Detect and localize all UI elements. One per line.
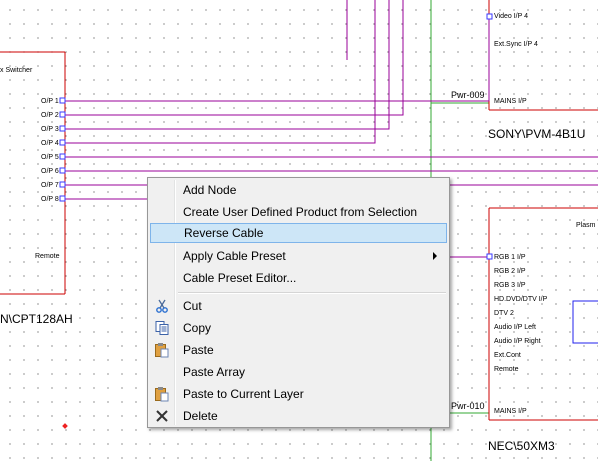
plasma-port-label: Ext.Cont: [494, 352, 521, 359]
switcher-output-label: O/P 3: [41, 126, 59, 133]
cable-op3[interactable]: [63, 0, 390, 130]
plasma-port-label: RGB 2 I/P: [494, 268, 526, 275]
switcher-output-label: O/P 7: [41, 182, 59, 189]
menu-item-reverse-cable[interactable]: Reverse Cable: [150, 223, 447, 243]
plasma-port-label: DTV 2: [494, 310, 514, 317]
plasma-power-label: Pwr-010: [451, 401, 485, 411]
node-marker[interactable]: [62, 423, 68, 429]
menu-item-delete[interactable]: Delete: [150, 406, 447, 426]
switcher-output-label: O/P 5: [41, 154, 59, 161]
switcher-output-label: O/P 8: [41, 196, 59, 203]
switcher-product-name[interactable]: N\CPT128AH: [0, 312, 73, 326]
switcher-output-label: O/P 6: [41, 168, 59, 175]
menu-item-cut[interactable]: Cut: [150, 296, 447, 316]
switcher-output-label: O/P 1: [41, 98, 59, 105]
blue-device-outline: [572, 300, 598, 344]
cable-op4[interactable]: [63, 0, 376, 144]
plasma-mains-label: MAINS I/P: [494, 408, 527, 415]
plasma-port-label: HD.DVD/DTV I/P: [494, 296, 548, 303]
menu-item-paste[interactable]: Paste: [150, 340, 447, 360]
monitor-mains-label: MAINS I/P: [494, 98, 527, 105]
monitor-product-name[interactable]: SONY\PVM-4B1U: [488, 127, 585, 141]
cable-op2[interactable]: [63, 0, 404, 116]
menu-item-paste-to-current-layer[interactable]: Paste to Current Layer: [150, 384, 447, 404]
menu-separator: [178, 292, 446, 294]
switcher-title: x Switcher: [0, 67, 33, 74]
plasma-port-label: Remote: [494, 366, 519, 373]
monitor-power-label: Pwr-009: [451, 90, 485, 100]
paste-icon: [154, 342, 170, 358]
menu-item-paste-array[interactable]: Paste Array: [150, 362, 447, 382]
plasma-port-label: Audio I/P Right: [494, 338, 541, 345]
submenu-arrow-icon: [433, 252, 437, 260]
monitor-port-label: Video I/P 4: [494, 13, 528, 20]
switcher-output-label: O/P 4: [41, 140, 59, 147]
paste-layer-icon: [154, 386, 170, 402]
plasma-title: Plasm: [576, 222, 596, 229]
context-menu: Add Node Create User Defined Product fro…: [147, 177, 450, 428]
menu-item-create-user-defined-product[interactable]: Create User Defined Product from Selecti…: [150, 202, 447, 222]
menu-item-add-node[interactable]: Add Node: [150, 180, 447, 200]
menu-item-apply-cable-preset[interactable]: Apply Cable Preset: [150, 246, 447, 266]
menu-item-copy[interactable]: Copy: [150, 318, 447, 338]
delete-icon: [154, 408, 170, 424]
monitor-port-label: Ext.Sync I/P 4: [494, 41, 538, 48]
plasma-port-label: RGB 1 I/P: [494, 254, 526, 261]
plasma-port-label: RGB 3 I/P: [494, 282, 526, 289]
scissors-icon: [154, 298, 170, 314]
plasma-port-label: Audio I/P Left: [494, 324, 536, 331]
plasma-product-name[interactable]: NEC\50XM3: [488, 439, 555, 453]
copy-icon: [154, 320, 170, 336]
switcher-output-label: O/P 2: [41, 112, 59, 119]
menu-item-cable-preset-editor[interactable]: Cable Preset Editor...: [150, 268, 447, 288]
switcher-remote-label: Remote: [35, 253, 60, 260]
